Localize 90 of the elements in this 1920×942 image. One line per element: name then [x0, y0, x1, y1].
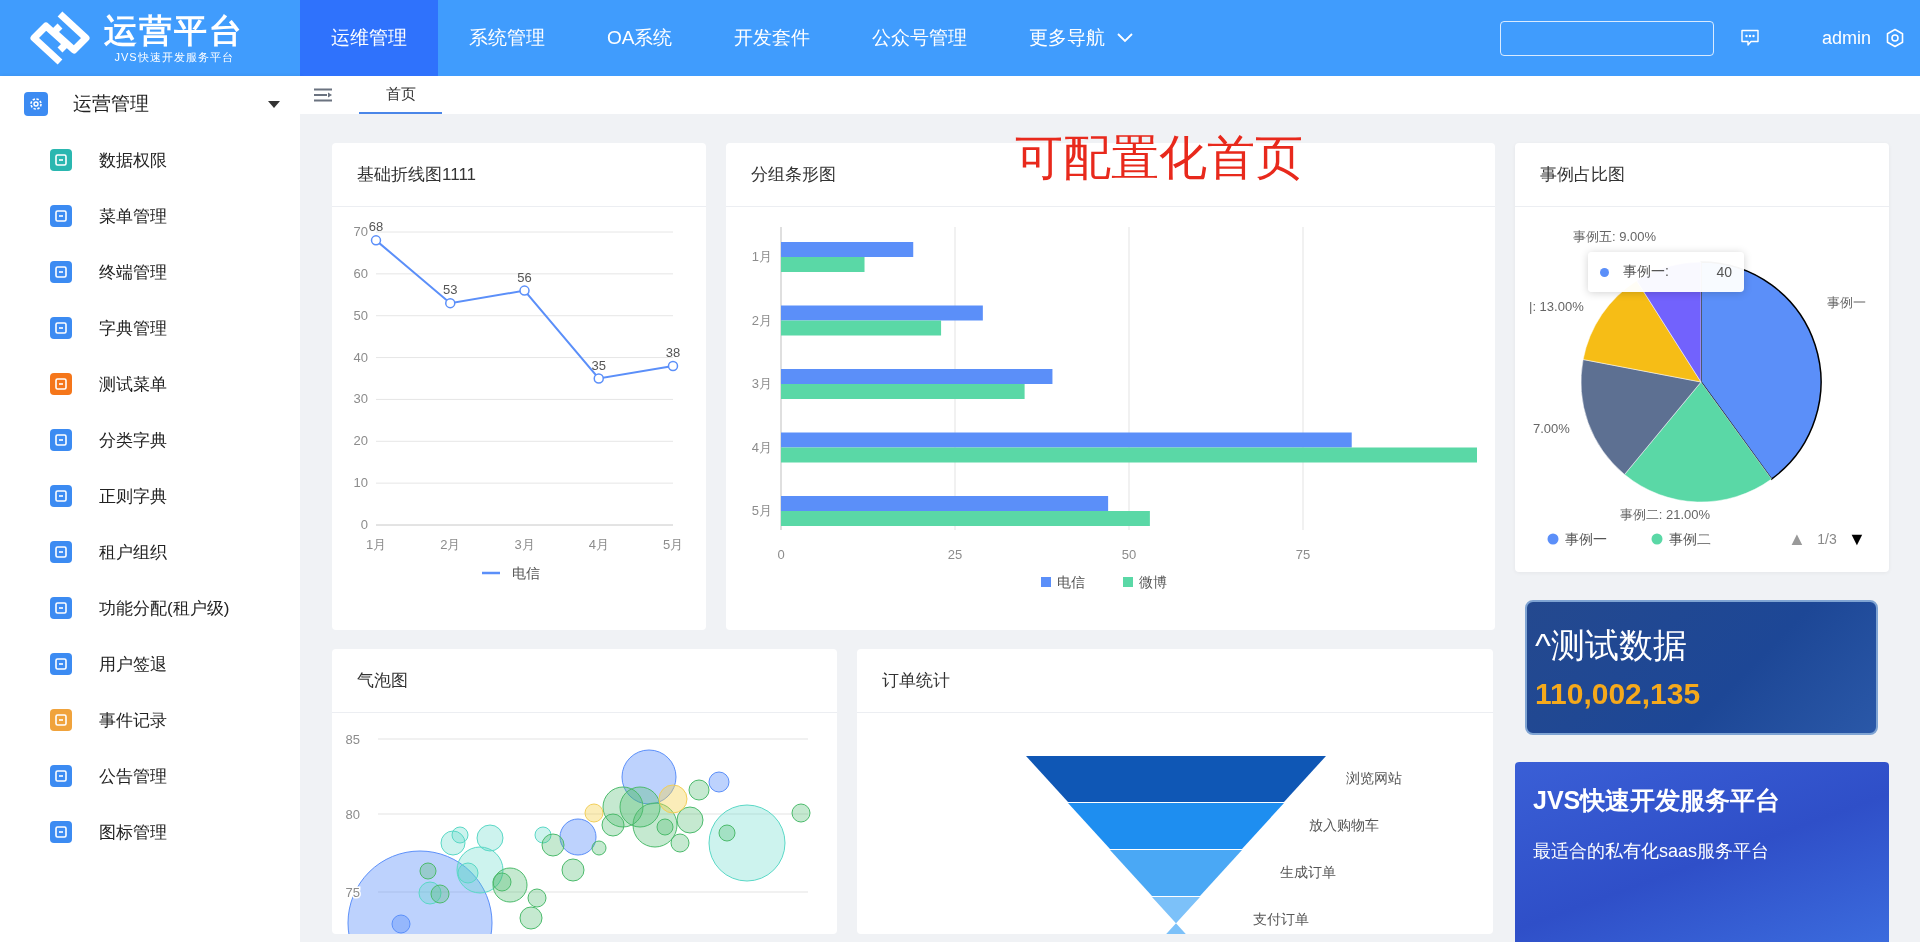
axis-tick-label: 20	[353, 433, 368, 449]
axis-tick-label: 5月	[751, 503, 772, 518]
axis-tick-label: 2月	[751, 312, 772, 328]
logo-title: 运营平台	[104, 11, 244, 50]
page-title: 可配置化首页	[1015, 130, 1303, 186]
axis-tick-label: 1月	[365, 537, 387, 552]
slice-label: 事例一	[1827, 295, 1866, 310]
data-label: 38	[665, 344, 681, 360]
axis-tick-label: 40	[353, 349, 368, 365]
sidebar-item[interactable]: 菜单管理	[0, 188, 300, 244]
sidebar-item[interactable]: 图标管理	[0, 804, 300, 860]
card-title: 订单统计	[882, 670, 950, 692]
legend-label: 电信	[512, 565, 540, 581]
settings-icon	[24, 92, 48, 116]
funnel-label: 放入购物车	[1309, 817, 1379, 833]
legend-swatch	[1123, 577, 1133, 587]
logo-subtitle: JVS快速开发服务平台	[114, 49, 234, 65]
data-point	[519, 285, 530, 296]
funnel-label: 生成订单	[1280, 864, 1336, 880]
data-point	[445, 297, 456, 309]
sidebar-item[interactable]: 用户签退	[0, 636, 300, 692]
banner-subtitle: 最适合的私有化saas服务平台	[1533, 840, 1771, 863]
tooltip-value: 40	[1716, 264, 1732, 280]
axis-tick-label: 3月	[751, 376, 772, 391]
data-point	[593, 373, 604, 384]
axis-tick-label: 0	[777, 547, 785, 562]
slice-label: 事例五: 9.00%	[1573, 229, 1657, 244]
sidebar-item[interactable]: 功能分配(租户级)	[0, 580, 300, 636]
tooltip-label: 事例一:	[1623, 263, 1670, 281]
data-label: 68	[368, 219, 384, 235]
legend-swatch	[482, 571, 500, 575]
axis-tick-label: 70	[353, 224, 368, 239]
axis-tick-label: 0	[360, 517, 368, 532]
sidebar-item[interactable]: 正则字典	[0, 468, 300, 524]
data-label: 35	[591, 357, 606, 373]
legend-page-number: 1/3	[1817, 531, 1837, 547]
axis-tick-label: 4月	[751, 439, 772, 455]
card-title: 事例占比图	[1540, 164, 1625, 186]
sidebar-item[interactable]: 公告管理	[0, 748, 300, 804]
slice-label: 7.00%	[1533, 421, 1570, 436]
sidebar-item[interactable]: 数据权限	[0, 132, 300, 188]
axis-tick-label: 3月	[514, 537, 535, 552]
legend-next-button[interactable]: ▼	[1848, 529, 1866, 549]
chevron-down-icon	[1117, 33, 1134, 43]
data-point	[667, 360, 679, 372]
menu-icon[interactable]	[313, 88, 333, 102]
legend-label: 事例一	[1565, 531, 1607, 547]
axis-tick-label: 80	[345, 807, 360, 822]
legend-label: 微博	[1139, 574, 1167, 590]
axis-tick-label: 5月	[662, 537, 684, 552]
funnel-label: 浏览网站	[1346, 770, 1402, 786]
axis-tick-label: 30	[353, 391, 368, 407]
axis-tick-label: 2月	[440, 537, 461, 552]
card-title: 分组条形图	[751, 164, 836, 186]
sidebar-item[interactable]: 终端管理	[0, 244, 300, 300]
axis-tick-label: 75	[1295, 547, 1311, 562]
nav-tab[interactable]: 运维管理	[300, 0, 438, 76]
data-point	[370, 235, 382, 246]
stat-value: 110,002,135	[1535, 676, 1702, 711]
logo-icon	[28, 10, 92, 66]
sidebar-item[interactable]: 分类字典	[0, 412, 300, 468]
axis-tick-label: 85	[345, 732, 360, 747]
message-icon[interactable]	[1739, 29, 1760, 47]
search-field[interactable]	[1499, 20, 1714, 56]
slice-label: 事例二: 21.00%	[1619, 507, 1711, 522]
sidebar-item[interactable]: 事件记录	[0, 692, 300, 748]
sidebar-item[interactable]: 测试菜单	[0, 356, 300, 412]
banner-title: JVS快速开发服务平台	[1533, 785, 1782, 816]
axis-tick-label: 10	[353, 475, 368, 491]
axis-tick-label: 25	[947, 547, 963, 562]
axis-tick-label: 50	[1121, 547, 1137, 562]
axis-tick-label: 1月	[751, 249, 772, 264]
data-label: 56	[517, 269, 532, 285]
card-title: 气泡图	[357, 670, 408, 692]
sidebar-item[interactable]: 租户组织	[0, 524, 300, 580]
axis-tick-label: 60	[353, 265, 368, 281]
data-label: 53	[443, 282, 458, 298]
axis-tick-label: 50	[353, 307, 368, 323]
caret-icon	[268, 100, 280, 108]
slice-label: |: 13.00%	[1529, 299, 1584, 314]
axis-tick-label: 4月	[588, 537, 609, 552]
stat-title: ^测试数据	[1535, 624, 1688, 665]
legend-label: 事例二	[1669, 531, 1711, 547]
sidebar-group[interactable]: 运营管理	[0, 76, 300, 132]
legend-label: 电信	[1057, 574, 1085, 590]
settings-icon[interactable]	[1885, 28, 1905, 48]
card-title: 基础折线图1111	[357, 164, 477, 186]
sidebar-item[interactable]: 字典管理	[0, 300, 300, 356]
legend-swatch	[1041, 577, 1051, 587]
funnel-label: 支付订单	[1253, 911, 1309, 927]
